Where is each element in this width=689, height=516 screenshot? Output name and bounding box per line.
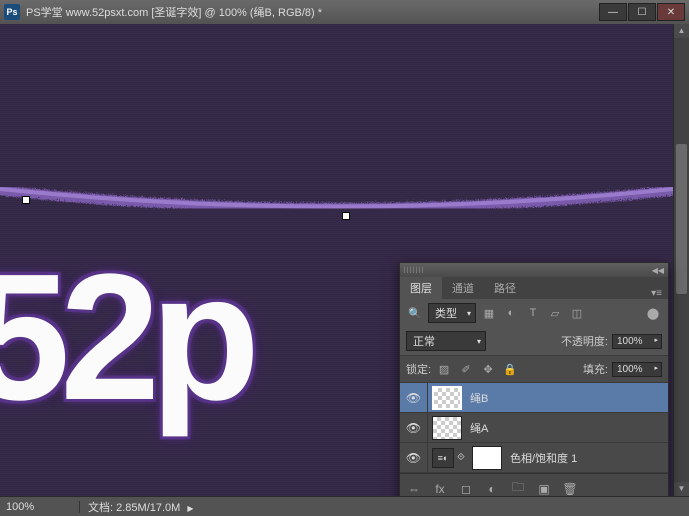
adjustment-layer-icon[interactable]: ◐: [484, 482, 500, 496]
tab-channels[interactable]: 通道: [442, 277, 484, 299]
adjustment-layer-icon[interactable]: ≡◐: [432, 448, 454, 468]
filter-kind-icon[interactable]: 🔍: [406, 304, 424, 322]
filter-shape-icon[interactable]: ▱: [546, 304, 564, 322]
layer-thumbnail[interactable]: [432, 416, 462, 440]
lock-row: 锁定: ▨ ✐ ✥ 🔒 填充: 100%: [400, 355, 668, 383]
vertical-scrollbar[interactable]: ▲ ▼: [673, 24, 689, 496]
status-bar: 100% 文档: 2.85M/17.0M ▶: [0, 496, 689, 516]
layer-item[interactable]: 👁 绳A: [400, 413, 668, 443]
layer-style-icon[interactable]: fx: [432, 482, 448, 496]
filter-type-icon[interactable]: T: [524, 304, 542, 322]
layer-item[interactable]: 👁 ≡◐ ⟐ 色相/饱和度 1: [400, 443, 668, 473]
doc-info-label: 文档:: [88, 502, 113, 514]
window-title: PS学堂 www.52psxt.com [圣诞字效] @ 100% (绳B, R…: [26, 4, 599, 20]
lock-position-icon[interactable]: ✥: [479, 360, 497, 378]
mask-link-icon[interactable]: ⟐: [454, 452, 468, 463]
filter-kind-dropdown[interactable]: 类型: [428, 303, 476, 323]
filter-smart-icon[interactable]: ◫: [568, 304, 586, 322]
path-anchor-point[interactable]: [342, 212, 350, 220]
panel-menu-icon[interactable]: ▾≡: [645, 288, 668, 299]
blend-mode-row: 正常 不透明度: 100%: [400, 327, 668, 355]
tab-layers[interactable]: 图层: [400, 277, 442, 299]
link-layers-icon[interactable]: ⇔: [406, 482, 422, 496]
artwork-text: 52p: [0, 234, 250, 441]
layers-list: 👁 绳B 👁 绳A 👁 ≡◐ ⟐ 色相/饱和度 1: [400, 383, 668, 473]
doc-info-menu-icon[interactable]: ▶: [187, 504, 193, 513]
panel-grip-icon: [404, 267, 424, 273]
scroll-up-arrow[interactable]: ▲: [674, 24, 689, 38]
layer-filter-row: 🔍 类型 ▦ ◐ T ▱ ◫ ⬤: [400, 299, 668, 327]
scroll-down-arrow[interactable]: ▼: [674, 482, 689, 496]
layer-name[interactable]: 绳A: [466, 420, 488, 436]
app-icon: Ps: [4, 4, 20, 20]
visibility-toggle-icon[interactable]: 👁: [400, 443, 428, 472]
scrollbar-thumb[interactable]: [676, 144, 687, 294]
lock-transparency-icon[interactable]: ▨: [435, 360, 453, 378]
zoom-level-field[interactable]: 100%: [0, 501, 80, 513]
filter-toggle-switch[interactable]: ⬤: [644, 304, 662, 322]
blend-mode-dropdown[interactable]: 正常: [406, 331, 486, 351]
maximize-button[interactable]: ☐: [628, 3, 656, 21]
panel-collapse-icon[interactable]: ◀◀: [652, 266, 664, 275]
fill-label: 填充:: [583, 361, 608, 377]
minimize-button[interactable]: —: [599, 3, 627, 21]
fill-field[interactable]: 100%: [612, 362, 662, 377]
visibility-toggle-icon[interactable]: 👁: [400, 383, 428, 412]
path-anchor-point[interactable]: [22, 196, 30, 204]
panel-titlebar[interactable]: ◀◀: [400, 263, 668, 277]
delete-layer-icon[interactable]: 🗑: [562, 482, 578, 496]
layer-name[interactable]: 色相/饱和度 1: [506, 450, 577, 466]
layer-item[interactable]: 👁 绳B: [400, 383, 668, 413]
layer-thumbnail[interactable]: [432, 386, 462, 410]
new-layer-icon[interactable]: ▣: [536, 482, 552, 496]
opacity-field[interactable]: 100%: [612, 334, 662, 349]
lock-label: 锁定:: [406, 361, 431, 377]
layer-name[interactable]: 绳B: [466, 390, 488, 406]
layer-mask-icon[interactable]: ◻: [458, 482, 474, 496]
close-button[interactable]: ✕: [657, 3, 685, 21]
tab-paths[interactable]: 路径: [484, 277, 526, 299]
document-info[interactable]: 文档: 2.85M/17.0M ▶: [80, 499, 202, 515]
filter-adjust-icon[interactable]: ◐: [502, 304, 520, 322]
layers-panel: ◀◀ 图层 通道 路径 ▾≡ 🔍 类型 ▦ ◐ T ▱ ◫ ⬤ 正常 不透明度:…: [399, 262, 669, 504]
opacity-label: 不透明度:: [561, 333, 608, 349]
lock-pixels-icon[interactable]: ✐: [457, 360, 475, 378]
doc-info-value: 2.85M/17.0M: [116, 502, 180, 514]
rope-garland: [0, 174, 673, 224]
layer-mask-thumbnail[interactable]: [472, 446, 502, 470]
lock-all-icon[interactable]: 🔒: [501, 360, 519, 378]
filter-pixel-icon[interactable]: ▦: [480, 304, 498, 322]
panel-tab-strip: 图层 通道 路径 ▾≡: [400, 277, 668, 299]
window-titlebar: Ps PS学堂 www.52psxt.com [圣诞字效] @ 100% (绳B…: [0, 0, 689, 24]
visibility-toggle-icon[interactable]: 👁: [400, 413, 428, 442]
